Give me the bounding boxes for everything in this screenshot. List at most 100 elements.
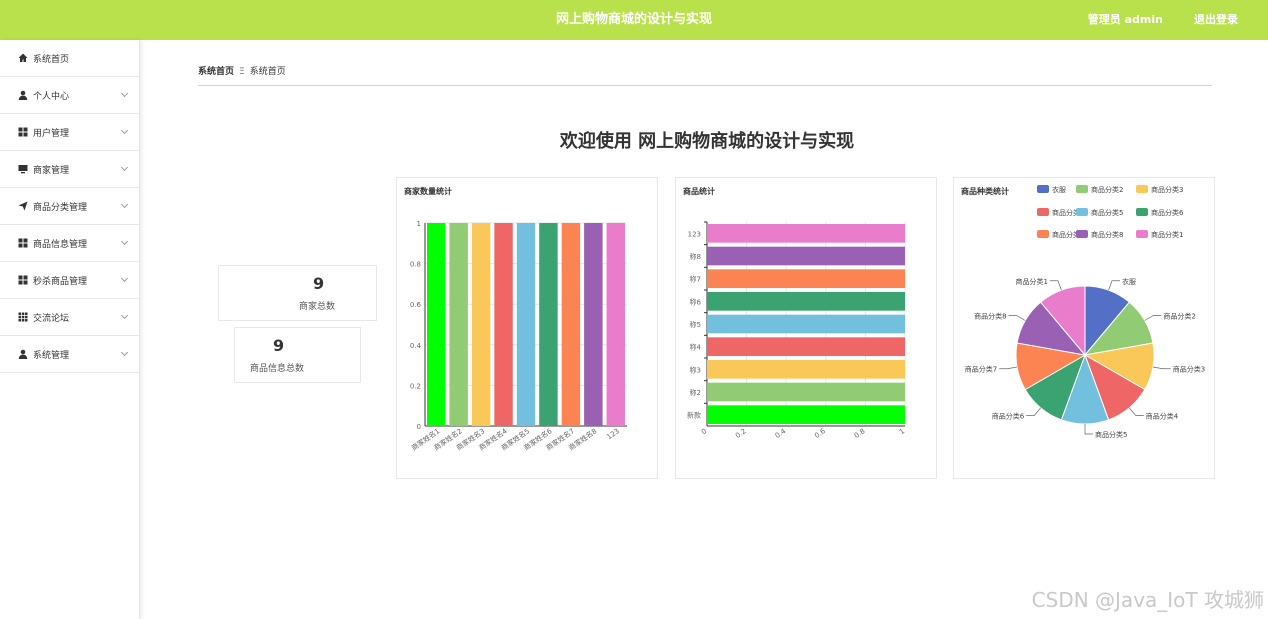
pie-label-line: [1026, 407, 1041, 416]
product-count-label: 商品信息总数: [250, 364, 305, 374]
bar: [516, 223, 536, 426]
legend-label: 商品分类5: [1091, 208, 1123, 217]
y-tick-label: 称3: [690, 365, 701, 374]
sidebar-item-7[interactable]: 交流论坛: [0, 299, 139, 336]
pie-label: 衣服: [1122, 277, 1136, 286]
grid-icon: [18, 238, 28, 248]
legend-swatch: [1136, 185, 1148, 193]
legend-swatch: [1037, 230, 1049, 238]
sidebar-item-label: 商家管理: [33, 165, 70, 176]
legend-swatch: [1136, 230, 1148, 238]
y-tick-label: 0.8: [410, 261, 421, 269]
bar: [707, 246, 905, 266]
bar: [707, 405, 905, 424]
bar: [707, 269, 905, 288]
sidebar-item-5[interactable]: 商品信息管理: [0, 225, 139, 262]
sidebar-item-label: 交流论坛: [33, 313, 70, 324]
y-tick-label: 1: [417, 220, 421, 228]
pie-label: 商品分类8: [974, 312, 1006, 321]
legend-swatch: [1076, 185, 1088, 193]
chevron-down-icon[interactable]: [120, 89, 129, 98]
category-pie-chart: 衣服商品分类2商品分类3商品分类4商品分类5商品分类6商品分类7商品分类8商品分…: [965, 185, 1205, 439]
bar: [707, 337, 905, 356]
sidebar-item-label: 秒杀商品管理: [33, 276, 88, 287]
logout-button[interactable]: 退出登录: [1194, 0, 1238, 40]
legend-label: 商品分类6: [1151, 208, 1184, 217]
y-tick-label: 新款: [687, 411, 701, 420]
legend-label: 商品分类2: [1091, 185, 1123, 194]
x-tick-label: 0.6: [813, 427, 827, 440]
x-tick-label: 1: [898, 427, 906, 436]
bar: [561, 223, 581, 426]
sidebar-item-8[interactable]: 系统管理: [0, 336, 139, 373]
pie-label-line: [1129, 407, 1144, 416]
x-tick-label: 0.8: [853, 427, 867, 440]
pie-label-line: [1049, 280, 1062, 291]
product-bar-chart: 0 0.2 0.4 0.6 0.8 1 新款 称2 称3 称4 称5 称6 称7 称8 123: [687, 221, 906, 440]
legend-swatch: [1076, 230, 1088, 238]
watermark: CSDN @Java_IoT 攻城狮: [1031, 588, 1264, 612]
breadcrumb: 系统首页 Ξ 系统首页: [198, 64, 286, 77]
y-tick-label: 称4: [690, 343, 702, 352]
pie-label-line: [1084, 424, 1093, 435]
legend-swatch: [1136, 208, 1148, 216]
sidebar-item-label: 系统首页: [33, 54, 70, 65]
current-user: 管理员 admin: [1087, 13, 1163, 26]
pie-label: 商品分类6: [992, 412, 1025, 421]
sidebar-item-3[interactable]: 商家管理: [0, 151, 139, 188]
bar: [584, 223, 603, 426]
bar: [427, 223, 446, 426]
y-tick-label: 称6: [690, 297, 702, 306]
merchant-bar-chart: 00.20.40.60.81商家姓名1商家姓名2商家姓名3商家姓名4商家姓名5商…: [410, 220, 627, 452]
sidebar-item-2[interactable]: 用户管理: [0, 114, 139, 151]
y-tick-label: 0.2: [410, 382, 421, 390]
pie-label-line: [1008, 315, 1026, 321]
sidebar-item-label: 个人中心: [33, 91, 70, 102]
sidebar-item-label: 商品分类管理: [33, 202, 88, 213]
y-tick-label: 123: [688, 230, 701, 238]
chevron-down-icon[interactable]: [120, 163, 129, 172]
y-tick-label: 0: [417, 423, 421, 431]
chevron-down-icon[interactable]: [120, 126, 129, 135]
bar: [539, 223, 558, 426]
chevron-down-icon[interactable]: [120, 311, 129, 320]
breadcrumb-root[interactable]: 系统首页: [198, 67, 234, 77]
pie-label: 商品分类7: [965, 365, 997, 374]
paper-plane-icon: [18, 201, 28, 211]
monitor-icon: [18, 164, 28, 174]
x-tick-label: 0.2: [734, 427, 748, 440]
sidebar-item-label: 商品信息管理: [33, 239, 88, 250]
bar: [471, 223, 491, 426]
y-tick-label: 称5: [690, 320, 701, 329]
breadcrumb-current: 系统首页: [249, 67, 286, 77]
y-tick-label: 称7: [690, 275, 701, 284]
product-chart-panel: 商品统计 0 0.2 0.4 0.6 0.8 1 新款 称2 称3 称4 称5 称6 称7 称8 123: [675, 177, 937, 479]
grid-icon: [18, 127, 28, 137]
chevron-down-icon[interactable]: [120, 274, 129, 283]
x-tick-label: 123: [605, 427, 621, 441]
pie-label: 商品分类3: [1173, 365, 1205, 374]
bar: [707, 292, 905, 311]
category-chart-panel: 商品种类统计 衣服 商品分类2 商品分类3 商品分类4 商品分类5 商品分类6 商品分类7 商…: [953, 177, 1215, 479]
top-header: 网上购物商城的设计与实现 管理员 admin 退出登录: [0, 0, 1268, 40]
y-tick-label: 称2: [690, 388, 701, 397]
y-tick-label: 0.6: [410, 301, 422, 309]
sidebar-item-0[interactable]: 系统首页: [0, 40, 139, 77]
sidebar-item-4[interactable]: 商品分类管理: [0, 188, 139, 225]
breadcrumb-divider: [198, 85, 1212, 86]
sidebar-item-6[interactable]: 秒杀商品管理: [0, 262, 139, 299]
chevron-down-icon[interactable]: [120, 200, 129, 209]
user-icon: [18, 90, 28, 100]
home-icon: [18, 53, 28, 63]
apps-icon: [18, 312, 28, 322]
x-tick-label: 0.4: [774, 427, 788, 440]
merchant-count-card: 9 商家总数: [218, 265, 377, 321]
user-icon: [18, 349, 28, 359]
x-tick-label: 0: [700, 427, 708, 436]
sidebar-item-1[interactable]: 个人中心: [0, 77, 139, 114]
product-count-value: 9: [273, 336, 285, 355]
product-count-card: 9 商品信息总数: [234, 327, 361, 383]
pie-label-line: [1144, 315, 1162, 321]
chevron-down-icon[interactable]: [120, 348, 129, 357]
chevron-down-icon[interactable]: [120, 237, 129, 246]
